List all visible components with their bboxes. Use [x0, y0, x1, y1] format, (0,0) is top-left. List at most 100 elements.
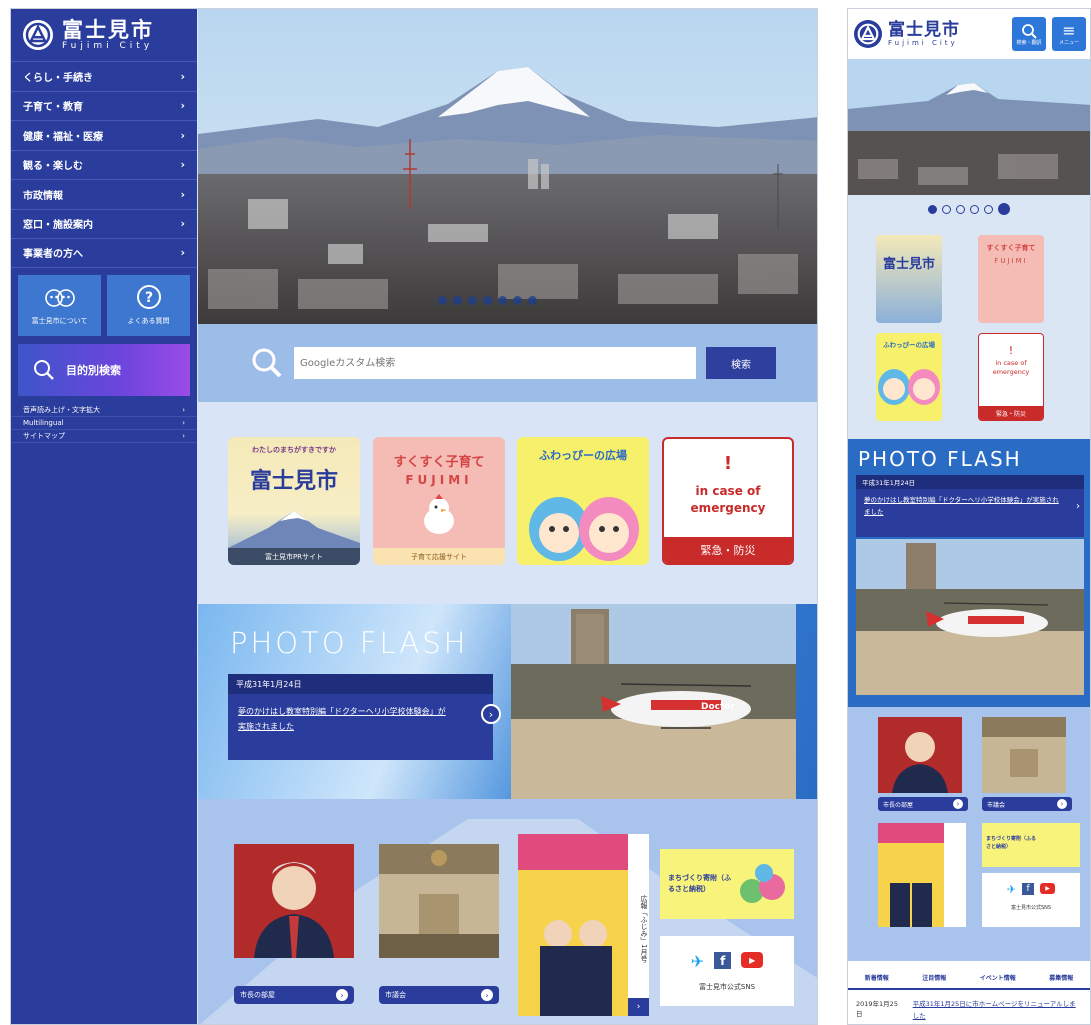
mobile-furusato-card[interactable]: まちづくり寄附（ふるさと納税） — [982, 823, 1080, 867]
search-icon — [1022, 23, 1037, 39]
facebook-icon[interactable]: f — [1022, 883, 1035, 895]
news-item: 2019年1月25日 平成31年1月25日に市ホームページをリニューアルしました — [848, 990, 1090, 1024]
about-city-button[interactable]: 富士見市について — [18, 274, 101, 336]
site-logo[interactable]: 富士見市 Fujimi City — [11, 9, 197, 61]
mobile-news-tabs: 新着情報 注目情報 イベント情報 募集情報 2019年1月25日 平成31年1月… — [848, 961, 1090, 1024]
magazine-title: 広報「ふじみ」1月号 — [628, 834, 649, 1016]
slide-dot[interactable] — [468, 296, 477, 305]
multilingual-label: Multilingual — [23, 418, 64, 427]
news-date: 2019年1月25日 — [856, 1000, 898, 1018]
tab-new[interactable]: 新着情報 — [865, 973, 889, 982]
facebook-icon[interactable]: f — [714, 952, 732, 969]
mobile-hero-image — [848, 59, 1090, 195]
mobile-photo-flash-article[interactable]: 平成31年1月24日 夢のかけはし教室特別編「ドクターヘリ小学校体験会」が実施さ… — [856, 475, 1084, 537]
chevron-right-icon[interactable]: › — [628, 998, 649, 1016]
mobile-council-link[interactable]: 市議会 › — [982, 797, 1072, 811]
nav-item-living[interactable]: くらし・手続き › — [11, 61, 197, 91]
mobile-mayor-link[interactable]: 市長の部屋 › — [878, 797, 968, 811]
mobile-pr-banner[interactable]: 富士見市 — [876, 235, 942, 323]
slide-dot[interactable] — [438, 296, 447, 305]
slide-dot[interactable] — [483, 296, 492, 305]
slide-dot[interactable] — [513, 296, 522, 305]
faq-button[interactable]: ? よくある質問 — [107, 274, 190, 336]
chevron-right-icon: › — [182, 405, 185, 414]
sns-card[interactable]: ✈ f ▶ 富士見市公式SNS — [660, 936, 794, 1006]
mobile-menu-button[interactable]: ≡ メニュー — [1052, 17, 1086, 51]
youtube-icon[interactable]: ▶ — [1040, 883, 1056, 894]
slide-dot[interactable] — [984, 204, 993, 214]
multilingual-link[interactable]: Multilingual › — [11, 417, 197, 430]
chevron-right-icon: › — [182, 431, 185, 440]
slide-dot[interactable] — [528, 296, 537, 305]
youtube-icon[interactable]: ▶ — [741, 952, 764, 968]
mayor-card[interactable]: 市長の部屋 › — [234, 844, 354, 1004]
chevron-right-icon[interactable]: › — [481, 704, 501, 724]
magazine-card[interactable]: 広報「ふじみ」1月号 › — [518, 834, 649, 1016]
tab-events[interactable]: イベント情報 — [980, 973, 1016, 982]
pr-site-banner[interactable]: わたしのまちがすきですか 富士見市 富士見市PRサイト — [228, 437, 360, 565]
photo-flash-section: PHOTO FLASH 平成31年1月24日 夢のかけはし教室特別編「ドクターヘ… — [198, 604, 817, 799]
council-card[interactable]: 市議会 › — [379, 844, 499, 1004]
mobile-magazine-cover[interactable] — [878, 823, 966, 927]
sitemap-link[interactable]: サイトマップ › — [11, 430, 197, 443]
mobile-menu-label: メニュー — [1058, 39, 1079, 46]
chevron-right-icon: › — [1057, 799, 1067, 809]
faq-label: よくある質問 — [127, 317, 170, 325]
slide-dot[interactable] — [942, 204, 951, 214]
nav-item-business[interactable]: 事業者の方へ › — [11, 238, 197, 268]
nav-item-sightseeing[interactable]: 観る・楽しむ › — [11, 149, 197, 180]
mobile-council-photo — [982, 717, 1066, 793]
purpose-search-button[interactable]: 目的別検索 — [18, 343, 190, 396]
slide-dot[interactable] — [498, 296, 507, 305]
pause-icon[interactable] — [998, 203, 1010, 215]
sitemap-label: サイトマップ — [23, 431, 65, 440]
mobile-fuwappy-banner[interactable]: ふわっぴーの広場 — [876, 333, 942, 421]
search-icon — [34, 359, 54, 380]
fuwappy-banner[interactable]: ふわっぴーの広場 — [517, 437, 649, 565]
mobile-helicopter-photo — [856, 539, 1084, 695]
site-title: 富士見市 — [62, 17, 154, 42]
photo-flash-article[interactable]: 平成31年1月24日 夢のかけはし教室特別編「ドクターヘリ小学校体験会」が実施さ… — [228, 674, 501, 760]
accessibility-link[interactable]: 音声読み上げ・文字拡大 › — [11, 404, 197, 417]
slide-dot[interactable] — [970, 204, 979, 214]
nav-item-health[interactable]: 健康・福祉・医療 › — [11, 120, 197, 150]
pr-banner-title: 富士見市 — [249, 468, 338, 494]
slideshow-dots[interactable] — [438, 296, 537, 305]
council-link[interactable]: 市議会 › — [379, 986, 499, 1004]
mobile-sns-card[interactable]: ✈ f ▶ 富士見市公式SNS — [982, 873, 1080, 927]
furusato-card[interactable]: まちづくり寄附（ふるさと納税） — [660, 849, 794, 919]
photo-flash-link[interactable]: 夢のかけはし教室特別編「ドクターヘリ小学校体験会」が実施されました — [228, 694, 493, 734]
photo-flash-date: 平成31年1月24日 — [228, 674, 493, 694]
mobile-photo-flash: PHOTO FLASH 平成31年1月24日 夢のかけはし教室特別編「ドクターヘ… — [848, 439, 1090, 707]
city-emblem-icon[interactable] — [854, 20, 882, 48]
twitter-icon[interactable]: ✈ — [691, 952, 704, 971]
nav-item-cityhall[interactable]: 市政情報 › — [11, 179, 197, 209]
emergency-banner[interactable]: ! in case of emergency 緊急・防災 — [662, 437, 794, 565]
news-link[interactable]: 平成31年1月25日に市ホームページをリニューアルしました — [913, 998, 1082, 1022]
tab-featured[interactable]: 注目情報 — [922, 973, 946, 982]
slide-dot[interactable] — [956, 204, 965, 214]
nav-item-facilities[interactable]: 窓口・施設案内 › — [11, 208, 197, 239]
mobile-slideshow-dots[interactable] — [848, 195, 1090, 223]
mobile-search-button[interactable]: 検索・翻訳 — [1012, 17, 1046, 51]
mobile-featured-links: 市長の部屋 › 市議会 › まちづくり寄附（ふるさと納税） ✈ f ▶ 富士見市公式… — [848, 707, 1090, 961]
slide-dot[interactable] — [928, 204, 937, 214]
slide-dot[interactable] — [453, 296, 462, 305]
chevron-right-icon[interactable]: › — [1076, 501, 1080, 512]
nav-item-childcare[interactable]: 子育て・教育 › — [11, 90, 197, 121]
mobile-photo-flash-link[interactable]: 夢のかけはし教室特別編「ドクターヘリ小学校体験会」が実施されました — [856, 489, 1084, 518]
mobile-childcare-banner[interactable]: すくすく子育て FUJIMI — [978, 235, 1044, 323]
mobile-emergency-banner[interactable]: ! in case of emergency 緊急・防災 — [978, 333, 1044, 421]
twitter-icon[interactable]: ✈ — [1007, 883, 1016, 896]
mascot-icon — [44, 284, 75, 310]
mayor-link[interactable]: 市長の部屋 › — [234, 986, 354, 1004]
childcare-site-banner[interactable]: すくすく子育て FUJIMI 子育て応援サイト — [373, 437, 505, 565]
chevron-right-icon: › — [180, 217, 185, 231]
tab-recruit[interactable]: 募集情報 — [1049, 973, 1073, 982]
emergency-banner-title: in case of emergency — [690, 484, 766, 515]
childcare-banner-sub: FUJIMI — [405, 473, 473, 487]
search-button[interactable]: 検索 — [706, 347, 776, 379]
site-search-input[interactable] — [294, 347, 696, 379]
chevron-right-icon: › — [180, 69, 185, 83]
mayor-photo — [234, 844, 354, 958]
